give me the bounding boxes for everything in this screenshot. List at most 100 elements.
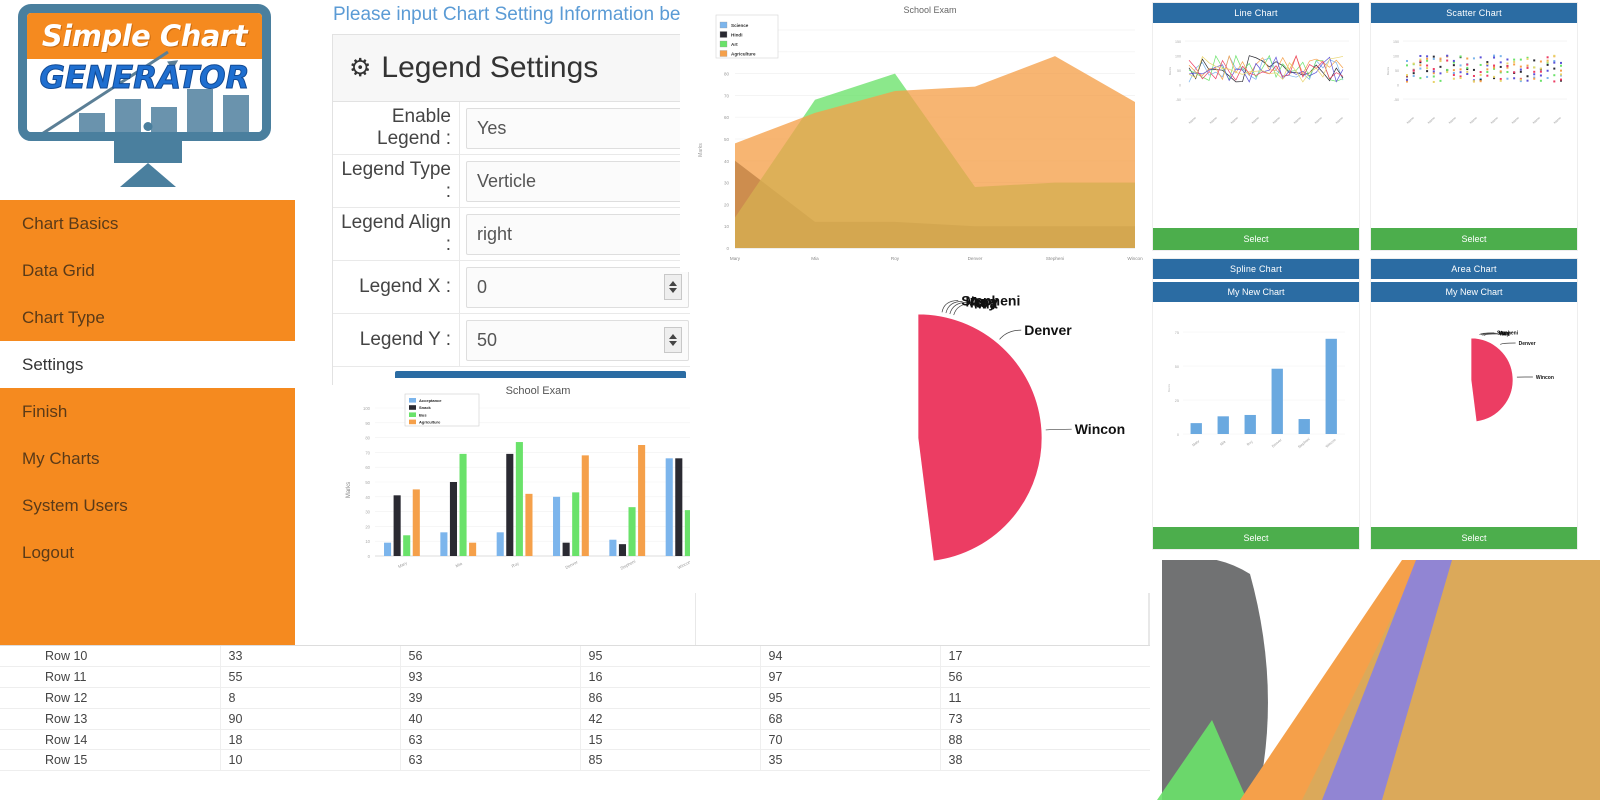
table-cell[interactable]: 39: [400, 687, 581, 709]
chevron-down-icon[interactable]: [669, 288, 677, 293]
table-cell[interactable]: 42: [580, 708, 761, 730]
row-label: Row 11: [0, 666, 221, 689]
table-cell[interactable]: 55: [220, 666, 401, 689]
settings-column: Please input Chart Setting Information b…: [325, 0, 723, 648]
table-cell[interactable]: 68: [760, 708, 941, 730]
chart-card-area-chart[interactable]: Area Chart My New Chart Mary Mia Roy Denver St…: [1370, 258, 1578, 550]
select-button[interactable]: Select: [1153, 527, 1359, 549]
settings-row-0: Enable Legend : Yes: [333, 102, 691, 155]
logo-bar-3: [151, 107, 177, 132]
svg-text:0: 0: [1397, 83, 1399, 87]
bar-denver-agriculture: [581, 455, 589, 556]
area-legend-item[interactable]: Art: [731, 42, 738, 47]
bar-stepheni-agriculture: [638, 445, 646, 556]
chevron-up-icon[interactable]: [669, 281, 677, 286]
gear-icon: ⚙: [349, 54, 372, 82]
svg-text:50: 50: [1177, 69, 1181, 73]
chevron-up-icon[interactable]: [669, 334, 677, 339]
area-legend-item[interactable]: Hindi: [731, 33, 742, 38]
table-cell[interactable]: 18: [220, 729, 401, 751]
table-cell[interactable]: 56: [400, 646, 581, 668]
select-input[interactable]: right: [466, 213, 689, 255]
sidebar-item-system-users[interactable]: System Users: [0, 482, 295, 529]
area-legend-item[interactable]: Science: [731, 23, 749, 28]
chart-card-scatter-chart[interactable]: Scatter Chart -50 0 50 100 150 Marks Name Name Na…: [1370, 2, 1578, 251]
select-button[interactable]: Select: [1371, 527, 1577, 549]
select-button[interactable]: Select: [1153, 228, 1359, 250]
table-cell[interactable]: 8: [220, 687, 401, 709]
table-row[interactable]: Row 10 33 56 95 94 17: [0, 646, 1150, 668]
spinner-stepper[interactable]: [664, 327, 682, 353]
chart-card-subtitle: My New Chart: [1153, 282, 1359, 302]
logo-bar-2: [115, 99, 141, 132]
number-input[interactable]: 0: [466, 266, 689, 308]
select-input[interactable]: Verticle: [466, 160, 689, 202]
bar-mary-snack: [393, 495, 401, 556]
table-row[interactable]: Row 14 18 63 15 70 88: [0, 729, 1150, 751]
chart-card-title: Area Chart: [1371, 259, 1577, 279]
chart-card-spline-chart[interactable]: Spline Chart My New Chart 0 25 50 75 Marks Mary…: [1152, 258, 1360, 550]
bar-legend-item[interactable]: Agriculture: [419, 420, 441, 425]
table-cell[interactable]: 88: [940, 729, 1150, 751]
bar-mary-agriculture: [412, 489, 420, 556]
sidebar-item-data-grid[interactable]: Data Grid: [0, 247, 295, 294]
chevron-down-icon[interactable]: [669, 341, 677, 346]
svg-text:150: 150: [1175, 40, 1181, 44]
bar-legend-item[interactable]: Snack: [419, 405, 432, 410]
sidebar-item-my-charts[interactable]: My Charts: [0, 435, 295, 482]
table-row[interactable]: Row 11 55 93 16 97 56: [0, 666, 1150, 689]
table-cell[interactable]: 35: [760, 749, 941, 772]
bar-ytick: 20: [365, 524, 370, 529]
page-title: Please input Chart Setting Information b…: [333, 4, 709, 25]
table-cell[interactable]: 11: [940, 687, 1150, 709]
table-cell[interactable]: 85: [580, 749, 761, 772]
sidebar-item-finish[interactable]: Finish: [0, 388, 295, 435]
table-cell[interactable]: 95: [760, 687, 941, 709]
select-button[interactable]: Select: [1371, 228, 1577, 250]
area-ytick: 40: [724, 159, 730, 164]
table-cell[interactable]: 40: [400, 708, 581, 730]
spinner-stepper[interactable]: [664, 274, 682, 300]
table-cell[interactable]: 90: [220, 708, 401, 730]
table-cell[interactable]: 63: [400, 729, 581, 751]
sidebar-item-settings[interactable]: Settings: [0, 341, 295, 388]
field-control: right: [460, 208, 691, 260]
bar-legend-item[interactable]: Bus: [419, 412, 427, 417]
table-cell[interactable]: 16: [580, 666, 761, 689]
table-cell[interactable]: 93: [400, 666, 581, 689]
area-legend-item[interactable]: Agriculture: [731, 52, 756, 57]
table-cell[interactable]: 97: [760, 666, 941, 689]
table-cell[interactable]: 86: [580, 687, 761, 709]
select-input[interactable]: Yes: [466, 107, 689, 149]
logo-bar-1: [79, 113, 105, 132]
app-logo: Simple Chart GENERATOR: [0, 0, 295, 200]
table-cell[interactable]: 73: [940, 708, 1150, 730]
table-row[interactable]: Row 15 10 63 85 35 38: [0, 749, 1150, 772]
chart-card-line-chart[interactable]: Line Chart -50 0 50 100 150 Marks Name Name Name N…: [1152, 2, 1360, 251]
table-cell[interactable]: 10: [220, 749, 401, 772]
area-ytick: 80: [724, 72, 730, 77]
table-cell[interactable]: 56: [940, 666, 1150, 689]
sidebar-item-chart-type[interactable]: Chart Type: [0, 294, 295, 341]
pie-label-wincon: Wincon: [1075, 421, 1125, 437]
bar-stepheni-acceptance: [609, 539, 617, 556]
bar-roy-snack: [506, 453, 514, 556]
bar-legend-item[interactable]: Acceptance: [419, 398, 442, 403]
table-cell[interactable]: 38: [940, 749, 1150, 772]
table-cell[interactable]: 33: [220, 646, 401, 668]
number-input[interactable]: 50: [466, 319, 689, 361]
area-ytick: 60: [724, 115, 730, 120]
svg-text:25: 25: [1175, 399, 1179, 403]
table-cell[interactable]: 15: [580, 729, 761, 751]
table-row[interactable]: Row 13 90 40 42 68 73: [0, 708, 1150, 730]
table-cell[interactable]: 63: [400, 749, 581, 772]
bar-chart-ylabel: Marks: [346, 482, 352, 498]
table-cell[interactable]: 17: [940, 646, 1150, 668]
sidebar-item-chart-basics[interactable]: Chart Basics: [0, 200, 295, 247]
table-cell[interactable]: 94: [760, 646, 941, 668]
sidebar-item-logout[interactable]: Logout: [0, 529, 295, 576]
table-cell[interactable]: 95: [580, 646, 761, 668]
table-row[interactable]: Row 12 8 39 86 95 11: [0, 687, 1150, 709]
table-cell[interactable]: 70: [760, 729, 941, 751]
area-ytick: 20: [724, 202, 730, 207]
